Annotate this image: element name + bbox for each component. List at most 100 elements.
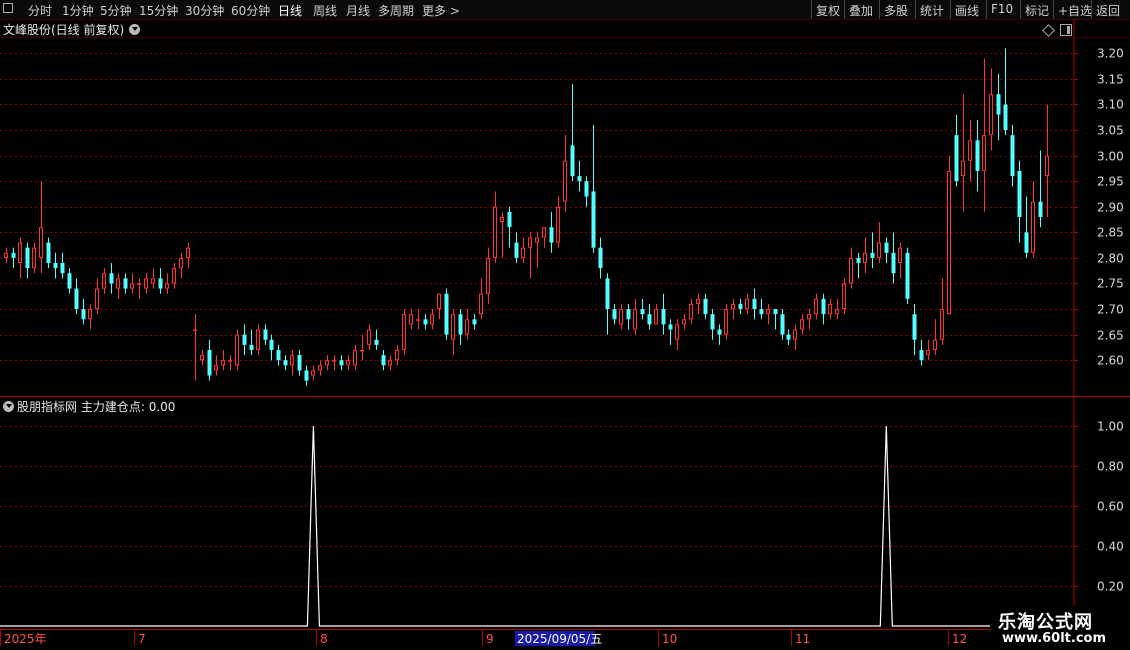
candle [409, 309, 413, 330]
candle-body [835, 309, 839, 315]
candle-body [933, 339, 937, 350]
candle [67, 268, 72, 294]
candle [353, 344, 357, 371]
diamond-icon[interactable] [1042, 24, 1055, 37]
date-label: 10 [662, 632, 677, 646]
period-tab-6[interactable]: 日线 [278, 2, 302, 19]
candle-body [430, 314, 434, 325]
candle [458, 309, 463, 345]
candle [144, 273, 148, 294]
candle-body [912, 314, 917, 340]
candle [1038, 150, 1043, 228]
candle [1031, 181, 1035, 258]
period-menu-icon[interactable] [3, 3, 13, 13]
tool-button-7[interactable]: +自选 [1058, 2, 1092, 19]
toolbar-divider [986, 0, 987, 19]
period-tab-3[interactable]: 15分钟 [139, 2, 178, 19]
period-tab-8[interactable]: 月线 [346, 2, 370, 19]
candle-body [724, 309, 728, 335]
candle-body [752, 298, 757, 310]
candle-body [745, 298, 749, 310]
candle-body [619, 309, 623, 325]
candle [221, 349, 225, 371]
candle-body [88, 309, 92, 320]
chevron-down-icon[interactable] [129, 24, 141, 35]
candle [388, 355, 392, 371]
candle [381, 349, 386, 371]
y-tick-label: 2.85 [1097, 226, 1124, 240]
tool-button-1[interactable]: 叠加 [849, 2, 873, 19]
candle [570, 84, 575, 182]
candle [116, 273, 120, 299]
candle [186, 242, 190, 269]
candle [703, 293, 708, 320]
period-tab-10[interactable]: 更多 > [422, 2, 460, 19]
period-tab-4[interactable]: 30分钟 [185, 2, 224, 19]
candle [165, 273, 169, 294]
candle-body [416, 319, 420, 321]
candle-body [961, 160, 965, 177]
toolbar-divider [1053, 0, 1054, 19]
tool-button-0[interactable]: 复权 [816, 2, 840, 19]
candle-body [137, 283, 141, 285]
candle-body [793, 329, 797, 340]
tool-button-3[interactable]: 统计 [920, 2, 944, 19]
candle [724, 303, 728, 340]
candle [395, 344, 399, 366]
candle [269, 334, 274, 361]
toolbar-divider [1020, 0, 1021, 19]
candle-body [633, 309, 637, 330]
candle [898, 242, 902, 279]
candle-body [74, 288, 79, 310]
candle-body [521, 247, 525, 258]
candle [81, 298, 86, 325]
tool-button-6[interactable]: 标记 [1025, 2, 1049, 19]
tool-button-4[interactable]: 画线 [955, 2, 979, 19]
candle [912, 303, 917, 356]
period-tab-9[interactable]: 多周期 [378, 2, 414, 19]
candle [605, 273, 610, 335]
chevron-down-icon[interactable] [3, 401, 14, 412]
period-tab-5[interactable]: 60分钟 [231, 2, 270, 19]
candle [4, 247, 8, 264]
candle [675, 319, 679, 350]
candle [472, 314, 477, 330]
candle-body [870, 252, 875, 258]
tool-button-5[interactable]: F10 [991, 2, 1013, 16]
candle [332, 355, 336, 371]
indicator-value: 0.00 [148, 400, 176, 414]
candle-body [696, 298, 700, 304]
y-tick-label: 1.00 [1097, 420, 1124, 434]
candle [123, 273, 128, 294]
candle [507, 206, 512, 248]
y-tick-label: 3.20 [1097, 47, 1124, 61]
period-tab-2[interactable]: 5分钟 [100, 2, 132, 19]
candle [926, 339, 930, 361]
candle-body [367, 329, 371, 345]
candle-body [479, 293, 483, 315]
period-tab-0[interactable]: 分时 [28, 2, 52, 19]
candle [137, 278, 141, 299]
candle-body [228, 360, 232, 362]
panel-toggle-icon[interactable] [1060, 24, 1072, 36]
period-tab-1[interactable]: 1分钟 [62, 2, 94, 19]
candle [626, 303, 631, 330]
indicator-series-line [0, 425, 1051, 627]
tool-button-2[interactable]: 多股 [884, 2, 908, 19]
candle-body [221, 360, 225, 366]
y-tick-label: 2.95 [1097, 175, 1124, 189]
candle [53, 252, 58, 279]
candle [940, 278, 944, 345]
candle-body [179, 257, 183, 269]
candle [249, 329, 254, 356]
date-label-highlight: 2025/09/05/五 [517, 632, 602, 646]
candle-body [283, 360, 288, 366]
tool-button-8[interactable]: 返回 [1096, 2, 1120, 19]
candle-body [1017, 170, 1022, 217]
candle-body [388, 360, 392, 366]
period-tab-7[interactable]: 周线 [313, 2, 337, 19]
candle-body [682, 319, 686, 325]
candle [696, 293, 700, 315]
candle [416, 309, 420, 330]
kline-chart[interactable]: 2.60 2.65 2.70 2.75 2.80 2.85 2.90 2.95 3.00 3.05… [0, 0, 1130, 650]
